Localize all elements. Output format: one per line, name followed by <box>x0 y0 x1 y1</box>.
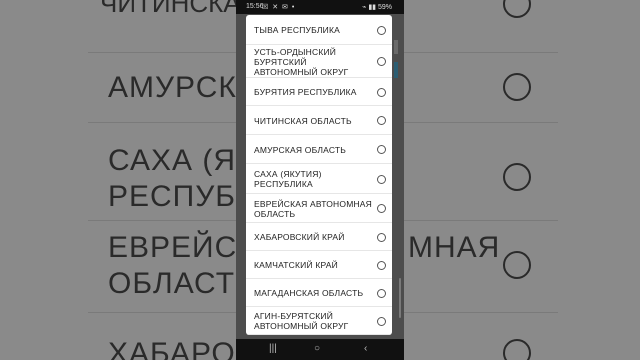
bg-radio-icon <box>503 251 531 279</box>
region-option[interactable]: ЕВРЕЙСКАЯ АВТОНОМНАЯ ОБЛАСТЬ <box>246 194 392 223</box>
recents-button[interactable]: ||| <box>269 343 277 354</box>
bg-row-sakha-2: РЕСПУБЛ <box>108 180 257 213</box>
status-time: 15:56 <box>246 3 264 10</box>
radio-button-icon[interactable] <box>377 88 386 97</box>
region-option[interactable]: ЧИТИНСКАЯ ОБЛАСТЬ <box>246 106 392 135</box>
bg-row-evrey-right: МНАЯ <box>408 231 501 264</box>
region-option-label: МАГАДАНСКАЯ ОБЛАСТЬ <box>254 288 364 298</box>
signal-icon: ⌁ ▮▮ <box>362 4 377 11</box>
dimmed-button <box>394 62 398 78</box>
region-option[interactable]: ТЫВА РЕСПУБЛИКА <box>246 15 392 45</box>
radio-button-icon[interactable] <box>377 175 386 184</box>
region-option[interactable]: МАГАДАНСКАЯ ОБЛАСТЬ <box>246 279 392 307</box>
region-option[interactable]: БУРЯТИЯ РЕСПУБЛИКА <box>246 78 392 106</box>
region-option-label: АМУРСКАЯ ОБЛАСТЬ <box>254 145 347 155</box>
region-option[interactable]: САХА (ЯКУТИЯ) РЕСПУБЛИКА <box>246 164 392 194</box>
region-select-dialog: ТЫВА РЕСПУБЛИКА УСТЬ-ОРДЫНСКИЙ БУРЯТСКИЙ … <box>246 15 392 335</box>
status-bar: 15:56 ☒ ✕ ✉ • ⌁ ▮▮ 59% <box>236 0 404 14</box>
scrollbar[interactable] <box>399 278 401 318</box>
back-button[interactable]: ‹ <box>364 343 367 354</box>
region-option-label: КАМЧАТСКИЙ КРАЙ <box>254 260 338 270</box>
radio-button-icon[interactable] <box>377 261 386 270</box>
region-option[interactable]: АМУРСКАЯ ОБЛАСТЬ <box>246 135 392 164</box>
region-option-label: БУРЯТИЯ РЕСПУБЛИКА <box>254 87 357 97</box>
notification-icons: ☒ ✕ ✉ • <box>262 4 296 11</box>
radio-button-icon[interactable] <box>377 233 386 242</box>
region-option-label: ЕВРЕЙСКАЯ АВТОНОМНАЯ ОБЛАСТЬ <box>254 199 373 219</box>
region-option[interactable]: КАМЧАТСКИЙ КРАЙ <box>246 251 392 279</box>
region-option-label: САХА (ЯКУТИЯ) РЕСПУБЛИКА <box>254 169 322 189</box>
bg-row-evrey-2: ОБЛАСТ <box>108 267 236 300</box>
radio-button-icon[interactable] <box>377 26 386 35</box>
bg-row-khabar: ХАБАРО <box>108 337 236 360</box>
region-option-label: ТЫВА РЕСПУБЛИКА <box>254 25 341 35</box>
radio-button-icon[interactable] <box>377 116 386 125</box>
status-right: ⌁ ▮▮ 59% <box>362 3 392 11</box>
bg-radio-icon <box>503 163 531 191</box>
radio-button-icon[interactable] <box>377 145 386 154</box>
region-option-label: ХАБАРОВСКИЙ КРАЙ <box>254 232 345 242</box>
radio-button-icon[interactable] <box>377 57 386 66</box>
bg-row-sakha: САХА (Я <box>108 144 237 177</box>
radio-button-icon[interactable] <box>377 204 386 213</box>
bg-radio-icon <box>503 0 531 18</box>
region-option-label: ЧИТИНСКАЯ ОБЛАСТЬ <box>254 116 352 126</box>
radio-button-icon[interactable] <box>377 289 386 298</box>
region-option[interactable]: АГИН-БУРЯТСКИЙ АВТОНОМНЫЙ ОКРУГ <box>246 307 392 335</box>
dimmed-field <box>394 40 398 54</box>
region-option[interactable]: УСТЬ-ОРДЫНСКИЙ БУРЯТСКИЙ АВТОНОМНЫЙ ОКРУ… <box>246 45 392 78</box>
nav-bar: ||| ○ ‹ <box>236 339 404 360</box>
option-divider <box>246 334 392 335</box>
bg-radio-icon <box>503 339 531 360</box>
region-option[interactable]: ХАБАРОВСКИЙ КРАЙ <box>246 223 392 251</box>
battery-level: 59% <box>377 4 392 11</box>
bg-row-amur: АМУРСК <box>108 71 237 104</box>
bg-row-evrey: ЕВРЕЙС <box>108 231 238 264</box>
radio-button-icon[interactable] <box>377 317 386 326</box>
region-option-label: УСТЬ-ОРДЫНСКИЙ БУРЯТСКИЙ АВТОНОМНЫЙ ОКРУ… <box>254 47 349 77</box>
home-button[interactable]: ○ <box>314 343 320 354</box>
region-option-label: АГИН-БУРЯТСКИЙ АВТОНОМНЫЙ ОКРУГ <box>254 311 349 331</box>
bg-radio-icon <box>503 73 531 101</box>
